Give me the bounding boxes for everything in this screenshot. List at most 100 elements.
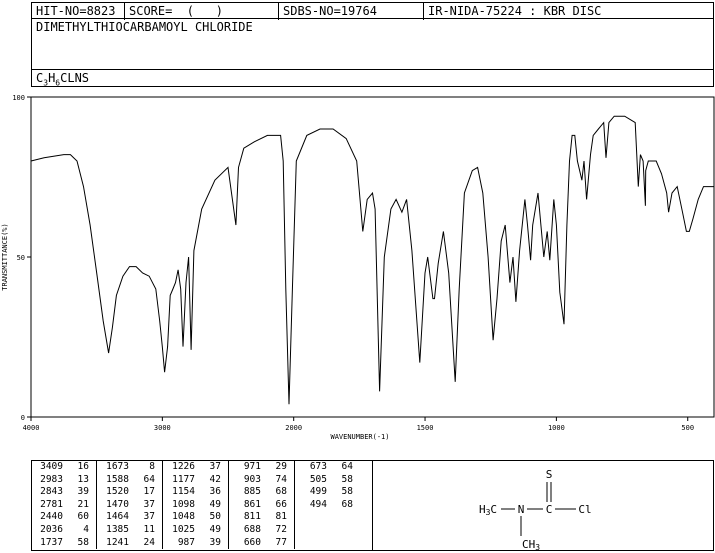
peak-transmittance: 50 <box>209 511 221 523</box>
peak-transmittance: 81 <box>275 511 287 523</box>
peak-transmittance: 37 <box>209 461 221 472</box>
peak-row: 2440 60 <box>31 511 96 524</box>
atom-methyl-bottom: CH3 <box>522 538 540 551</box>
peak-transmittance: 49 <box>209 523 221 535</box>
peak-row: 971 29 <box>229 461 294 474</box>
peak-transmittance: 64 <box>143 473 155 485</box>
peak-wavenumber: 2983 <box>40 473 63 485</box>
peak-transmittance: 37 <box>143 511 155 523</box>
peak-transmittance: 68 <box>341 498 353 510</box>
peak-transmittance: 4 <box>83 523 89 535</box>
peak-row: 494 68 <box>295 499 361 512</box>
peak-wavenumber: 971 <box>243 461 261 472</box>
spectrum-line <box>30 115 714 405</box>
peak-transmittance: 42 <box>209 473 221 485</box>
peak-column: 3409 16 2983 13 2843 39 2781 21 2440 60 2036 4 1737 5… <box>31 461 97 549</box>
peak-wavenumber: 1673 <box>106 461 129 472</box>
y-axis-ticks: 0 50 100 <box>12 94 31 422</box>
peak-wavenumber: 2781 <box>40 498 63 510</box>
peak-transmittance: 39 <box>77 486 89 498</box>
peak-wavenumber: 673 <box>309 461 327 472</box>
y-axis-label: TRANSMITTANCE(%) <box>1 223 9 290</box>
peak-transmittance: 36 <box>209 486 221 498</box>
peak-row: 499 58 <box>295 486 361 499</box>
atom-chlorine: Cl <box>578 503 591 516</box>
peak-row: 903 74 <box>229 474 294 487</box>
peak-transmittance: 68 <box>275 486 287 498</box>
peak-transmittance: 16 <box>77 461 89 472</box>
peak-transmittance: 21 <box>77 498 89 510</box>
peak-transmittance: 11 <box>143 523 155 535</box>
peak-column: 971 29 903 74 885 68 861 66 811 81 688 72 660 77 <box>229 461 295 549</box>
peak-wavenumber: 494 <box>309 498 327 510</box>
x-axis-label: WAVENUMBER(-1) <box>330 433 389 441</box>
chemical-structure: S H3C N C Cl CH3 <box>479 468 592 551</box>
peak-column: 673 64 505 58 499 58 494 68 <box>295 461 361 549</box>
peak-row: 1241 24 <box>97 537 162 550</box>
peak-wavenumber: 3409 <box>40 461 63 472</box>
peak-row: 885 68 <box>229 486 294 499</box>
peak-wavenumber: 499 <box>309 486 327 498</box>
peak-row: 3409 16 <box>31 461 96 474</box>
x-tick-label: 1000 <box>548 424 565 432</box>
peak-wavenumber: 1385 <box>106 523 129 535</box>
atom-nitrogen: N <box>518 503 525 516</box>
atom-carbon: C <box>546 503 553 516</box>
peak-wavenumber: 2036 <box>40 523 63 535</box>
y-tick-label: 100 <box>12 94 25 102</box>
peak-column: 1226 37 1177 42 1154 36 1098 49 1048 50 1025 49 987 3… <box>163 461 229 549</box>
peak-row: 1673 8 <box>97 461 162 474</box>
x-tick-label: 1500 <box>417 424 434 432</box>
peak-wavenumber: 1588 <box>106 473 129 485</box>
peak-wavenumber: 1470 <box>106 498 129 510</box>
peak-wavenumber: 903 <box>243 473 261 485</box>
peak-wavenumber: 1737 <box>40 536 63 548</box>
peak-row: 1588 64 <box>97 474 162 487</box>
peak-row: 505 58 <box>295 474 361 487</box>
x-tick-label: 3000 <box>154 424 171 432</box>
peak-wavenumber: 1098 <box>172 498 195 510</box>
peak-row: 2843 39 <box>31 486 96 499</box>
peak-transmittance: 37 <box>143 498 155 510</box>
peak-row: 1226 37 <box>163 461 228 474</box>
x-axis-ticks: 4000 3000 2000 1500 1000 500 <box>23 417 694 432</box>
atom-methyl-left: H3C <box>479 503 497 517</box>
peak-transmittance: 58 <box>341 486 353 498</box>
peak-row: 1385 11 <box>97 524 162 537</box>
peak-row: 2036 4 <box>31 524 96 537</box>
peak-wavenumber: 1520 <box>106 486 129 498</box>
peak-transmittance: 58 <box>77 536 89 548</box>
peak-wavenumber: 811 <box>243 511 261 523</box>
peak-transmittance: 64 <box>341 461 353 472</box>
peak-row: 861 66 <box>229 499 294 512</box>
peak-transmittance: 66 <box>275 498 287 510</box>
peak-wavenumber: 861 <box>243 498 261 510</box>
peak-transmittance: 60 <box>77 511 89 523</box>
y-tick-label: 50 <box>17 254 25 262</box>
peak-wavenumber: 1241 <box>106 536 129 548</box>
peak-transmittance: 24 <box>143 536 155 548</box>
peak-wavenumber: 1226 <box>172 461 195 472</box>
peak-wavenumber: 1154 <box>172 486 195 498</box>
peak-transmittance: 49 <box>209 498 221 510</box>
peak-row: 1470 37 <box>97 499 162 512</box>
peak-wavenumber: 1177 <box>172 473 195 485</box>
peak-row: 1520 17 <box>97 486 162 499</box>
peak-row: 2781 21 <box>31 499 96 512</box>
peak-wavenumber: 1464 <box>106 511 129 523</box>
x-tick-label: 2000 <box>285 424 302 432</box>
peak-wavenumber: 2843 <box>40 486 63 498</box>
peak-wavenumber: 688 <box>243 523 261 535</box>
peak-row: 1098 49 <box>163 499 228 512</box>
peak-row: 1154 36 <box>163 486 228 499</box>
peak-row: 987 39 <box>163 537 228 550</box>
peak-wavenumber: 885 <box>243 486 261 498</box>
peak-row: 811 81 <box>229 511 294 524</box>
peak-row: 660 77 <box>229 537 294 550</box>
atom-sulfur: S <box>546 468 553 481</box>
x-tick-label: 4000 <box>23 424 40 432</box>
peak-wavenumber: 987 <box>177 536 195 548</box>
peak-transmittance: 8 <box>149 461 155 472</box>
peak-transmittance: 74 <box>275 473 287 485</box>
peak-row: 688 72 <box>229 524 294 537</box>
